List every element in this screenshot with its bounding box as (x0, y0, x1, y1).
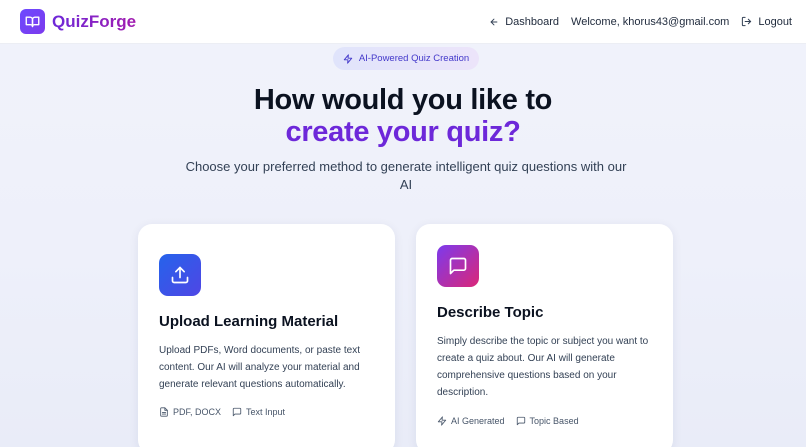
page-title-highlight: create your quiz? (285, 116, 521, 148)
tag-label: Topic Based (529, 416, 579, 426)
dashboard-label: Dashboard (505, 15, 560, 28)
book-open-icon (20, 9, 45, 34)
zap-icon (437, 416, 447, 426)
logout-label: Logout (758, 15, 792, 28)
card-description: Upload PDFs, Word documents, or paste te… (159, 345, 361, 390)
brand-name: QuizForge (52, 11, 137, 31)
logout-icon (742, 16, 752, 27)
tag-text-input: Text Input (232, 407, 285, 417)
upload-material-card[interactable]: Upload Learning Material Upload PDFs, Wo… (138, 224, 395, 447)
message-square-icon (437, 245, 479, 287)
tag-ai-generated: AI Generated (437, 416, 505, 426)
card-title: Describe Topic (437, 304, 544, 321)
page-title: How would you like to (253, 84, 553, 116)
top-navbar: QuizForge Dashboard Welcome, khorus43@gm… (0, 0, 806, 44)
arrow-left-icon (490, 18, 498, 25)
card-tags: AI Generated Topic Based (437, 416, 579, 426)
welcome-text: Welcome, khorus43@gmail.com (571, 15, 730, 28)
file-icon (160, 407, 168, 417)
tag-label: AI Generated (451, 416, 505, 426)
tag-topic-based: Topic Based (516, 416, 579, 426)
ai-badge: AI-Powered Quiz Creation (333, 47, 479, 70)
tag-label: PDF, DOCX (173, 407, 222, 417)
page-subtitle: Choose your preferred method to generate… (185, 159, 627, 192)
message-icon (232, 407, 242, 417)
card-tags: PDF, DOCX Text Input (159, 407, 285, 417)
message-icon (516, 416, 525, 426)
describe-topic-card[interactable]: Describe Topic Simply describe the topic… (416, 224, 673, 447)
upload-icon (159, 254, 201, 296)
card-title: Upload Learning Material (159, 313, 339, 330)
brand[interactable]: QuizForge (20, 9, 136, 34)
dashboard-link[interactable]: Dashboard (489, 16, 559, 28)
nav-right: Dashboard Welcome, khorus43@gmail.com Lo… (489, 16, 792, 28)
tag-pdf-docx: PDF, DOCX (159, 407, 221, 417)
zap-icon (343, 53, 353, 64)
card-description: Simply describe the topic or subject you… (437, 336, 649, 398)
ai-badge-label: AI-Powered Quiz Creation (358, 53, 470, 64)
logout-button[interactable]: Logout (741, 16, 792, 28)
tag-label: Text Input (246, 407, 286, 417)
